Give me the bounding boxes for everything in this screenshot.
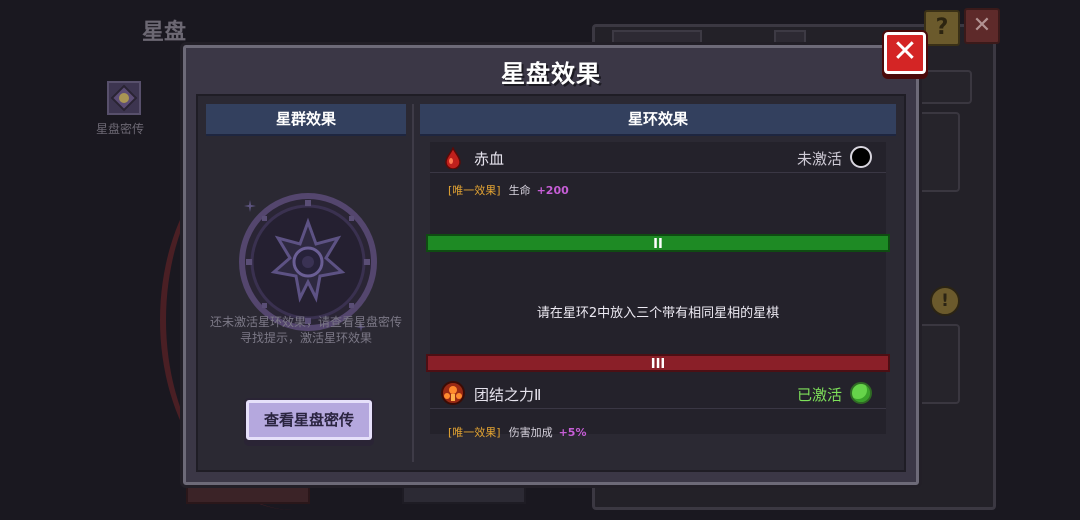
ring-effect-row: 团结之力Ⅱ 已激活 bbox=[430, 378, 886, 409]
unique-effect-tag: [唯一效果] bbox=[448, 184, 501, 197]
ring-effects-panel: 赤血 未激活 [唯一效果] 生命 +200 II 请在星环2中放入三个带有相同星相的… bbox=[426, 142, 890, 439]
ring-tier-2-requirement: 请在星环2中放入三个带有相同星相的星棋 bbox=[536, 306, 780, 321]
ring-effects-header: 星环效果 bbox=[420, 104, 896, 136]
background-close-icon: ✕ bbox=[964, 8, 1000, 44]
background-slot bbox=[914, 112, 960, 192]
constellation-effects-column: 星群效果 还未激活星环效果，请查看星盘密传寻找提示，激活星环效果 查看星盘密传 bbox=[206, 96, 406, 470]
background-slot bbox=[912, 70, 972, 104]
ring-effect-name: 赤血 bbox=[474, 150, 505, 168]
star-chart-effects-dialog: 星盘效果 星群效果 还未激活星环效果，请查看星盘密传寻找提示，激活星环效果 查看… bbox=[183, 45, 919, 485]
background-slot bbox=[914, 324, 960, 404]
close-dialog-button[interactable]: ✕ bbox=[884, 32, 926, 74]
unique-effect-tag: [唯一效果] bbox=[448, 426, 501, 439]
dialog-title: 星盘效果 bbox=[501, 60, 601, 88]
dialog-body: 星群效果 还未激活星环效果，请查看星盘密传寻找提示，激活星环效果 查看星盘密传 … bbox=[196, 94, 906, 472]
view-star-secrets-button[interactable]: 查看星盘密传 bbox=[246, 400, 372, 440]
inactive-status-icon bbox=[850, 146, 872, 168]
blood-drop-icon bbox=[445, 147, 461, 169]
star-chart-icon bbox=[107, 81, 141, 115]
background-star-label: 星盘密传 bbox=[96, 122, 145, 136]
effect-bonus-value: +5% bbox=[558, 426, 587, 439]
ring-tier-3-bar: III bbox=[426, 354, 890, 372]
ring-effect-detail: [唯一效果] 生命 +200 bbox=[448, 182, 569, 198]
ring-effect-name: 团结之力Ⅱ bbox=[474, 386, 542, 404]
star-disk-emblem-icon bbox=[239, 193, 377, 331]
constellation-hint-text: 还未激活星环效果，请查看星盘密传寻找提示，激活星环效果 bbox=[209, 315, 402, 345]
ring-tier-2-bar: II bbox=[426, 234, 890, 252]
ring-effect-status: 已激活 bbox=[796, 386, 842, 404]
unity-emblem-icon bbox=[441, 381, 465, 405]
effect-bonus-value: +200 bbox=[536, 184, 569, 197]
effect-stat-name: 伤害加成 bbox=[508, 426, 553, 439]
ring-effect-status: 未激活 bbox=[796, 150, 842, 168]
background-title: 星盘 bbox=[142, 20, 187, 45]
column-divider bbox=[412, 104, 414, 462]
ring-effect-row: 赤血 未激活 bbox=[430, 142, 886, 173]
background-button bbox=[402, 486, 526, 504]
active-status-icon bbox=[850, 382, 872, 404]
ring-effect-detail: [唯一效果] 伤害加成 +5% bbox=[448, 424, 587, 440]
effect-stat-name: 生命 bbox=[508, 184, 531, 197]
alert-icon: ! bbox=[930, 286, 960, 316]
constellation-effects-header: 星群效果 bbox=[206, 104, 406, 136]
help-icon: ? bbox=[924, 10, 960, 46]
sparkle-icon bbox=[244, 200, 256, 212]
background-button bbox=[186, 486, 310, 504]
ring-effects-column: 星环效果 赤血 未激活 [唯一效果] 生命 +200 II 请在星环2中放入三个… bbox=[420, 96, 896, 470]
